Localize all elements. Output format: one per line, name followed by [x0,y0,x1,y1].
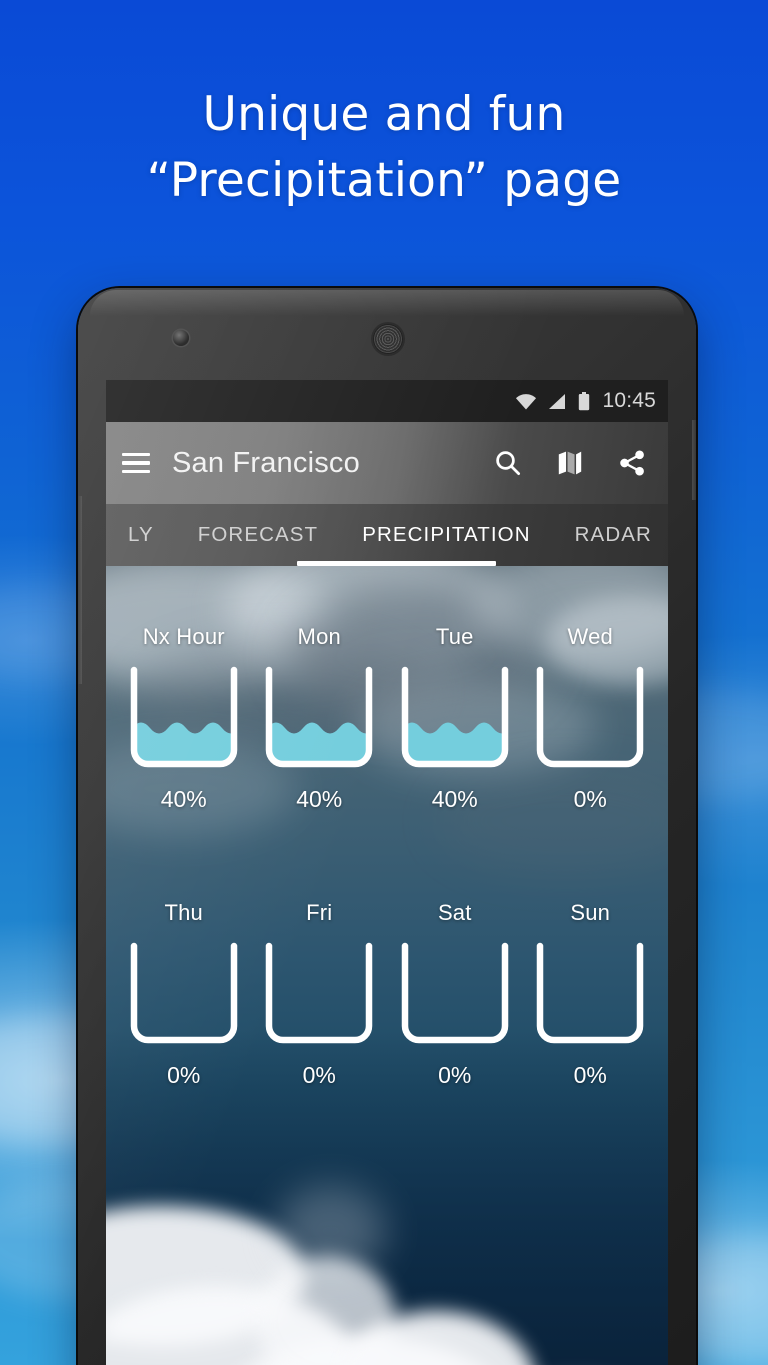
gauge-percent: 0% [167,1062,201,1088]
tab-precipitation[interactable]: PRECIPITATION [340,504,552,566]
gauge-percent: 40% [431,786,478,812]
gauge-percent: 0% [438,1062,472,1088]
phone-device: 10:45 San Francisco LY FORECAST PRECIPIT… [78,288,696,1365]
precipitation-gauge[interactable]: Mon 40% [258,624,380,813]
water-cup-icon [397,666,513,772]
precipitation-row-1: Nx Hour 40% Mon 40% Tue 40% Wed 0% [106,624,668,813]
speaker-grille-icon [373,324,403,354]
share-icon[interactable] [612,443,652,483]
precipitation-grid: Nx Hour 40% Mon 40% Tue 40% Wed 0% Thu 0… [106,566,668,1365]
promo-headline: Unique and fun “Precipitation” page [0,82,768,214]
gauge-label: Sun [570,900,611,925]
tab-hourly[interactable]: LY [106,504,176,566]
power-button[interactable] [692,420,696,500]
gauge-label: Nx Hour [142,624,225,649]
water-cup-icon [397,942,513,1048]
headline-line-1: Unique and fun [202,87,566,142]
promo-screenshot: Unique and fun “Precipitation” page 10:4… [0,0,768,1365]
gauge-label: Thu [164,900,203,925]
precipitation-gauge[interactable]: Sat 0% [394,900,516,1089]
precipitation-gauge[interactable]: Sun 0% [529,900,651,1089]
page-title: San Francisco [172,446,360,479]
map-icon[interactable] [550,443,590,483]
precipitation-gauge[interactable]: Wed 0% [529,624,651,813]
wifi-icon [515,393,537,410]
bezel-highlight [90,290,684,316]
cellular-signal-icon [547,393,566,410]
water-cup-icon [532,666,648,772]
precipitation-gauge[interactable]: Fri 0% [258,900,380,1089]
battery-icon [578,391,590,411]
gauge-label: Tue [435,624,474,649]
water-cup-icon [261,666,377,772]
tab-bar[interactable]: LY FORECAST PRECIPITATION RADAR SUN & [106,504,668,566]
app-bar: San Francisco [106,422,668,504]
precipitation-page: Nx Hour 40% Mon 40% Tue 40% Wed 0% Thu 0… [106,566,668,1365]
search-icon[interactable] [488,443,528,483]
water-cup-icon [261,942,377,1048]
water-cup-icon [126,666,242,772]
precipitation-row-2: Thu 0% Fri 0% Sat 0% Sun 0% [106,900,668,1089]
camera-icon [173,330,189,346]
status-clock: 10:45 [602,389,656,412]
gauge-percent: 0% [573,786,607,812]
precipitation-gauge[interactable]: Tue 40% [394,624,516,813]
gauge-percent: 0% [302,1062,336,1088]
water-cup-icon [126,942,242,1048]
tab-radar[interactable]: RADAR [553,504,668,566]
gauge-label: Wed [567,624,613,649]
gauge-label: Fri [306,900,333,925]
gauge-percent: 40% [160,786,207,812]
gauge-label: Mon [297,624,341,649]
volume-rocker-button[interactable] [78,496,82,684]
gauge-label: Sat [437,900,472,925]
headline-line-2: “Precipitation” page [146,153,622,208]
precipitation-gauge[interactable]: Nx Hour 40% [123,624,245,813]
precipitation-gauge[interactable]: Thu 0% [123,900,245,1089]
gauge-percent: 40% [296,786,343,812]
status-bar: 10:45 [106,380,668,422]
hamburger-menu-icon[interactable] [122,452,150,474]
tab-forecast[interactable]: FORECAST [176,504,340,566]
water-cup-icon [532,942,648,1048]
gauge-percent: 0% [573,1062,607,1088]
phone-screen: 10:45 San Francisco LY FORECAST PRECIPIT… [106,380,668,1365]
